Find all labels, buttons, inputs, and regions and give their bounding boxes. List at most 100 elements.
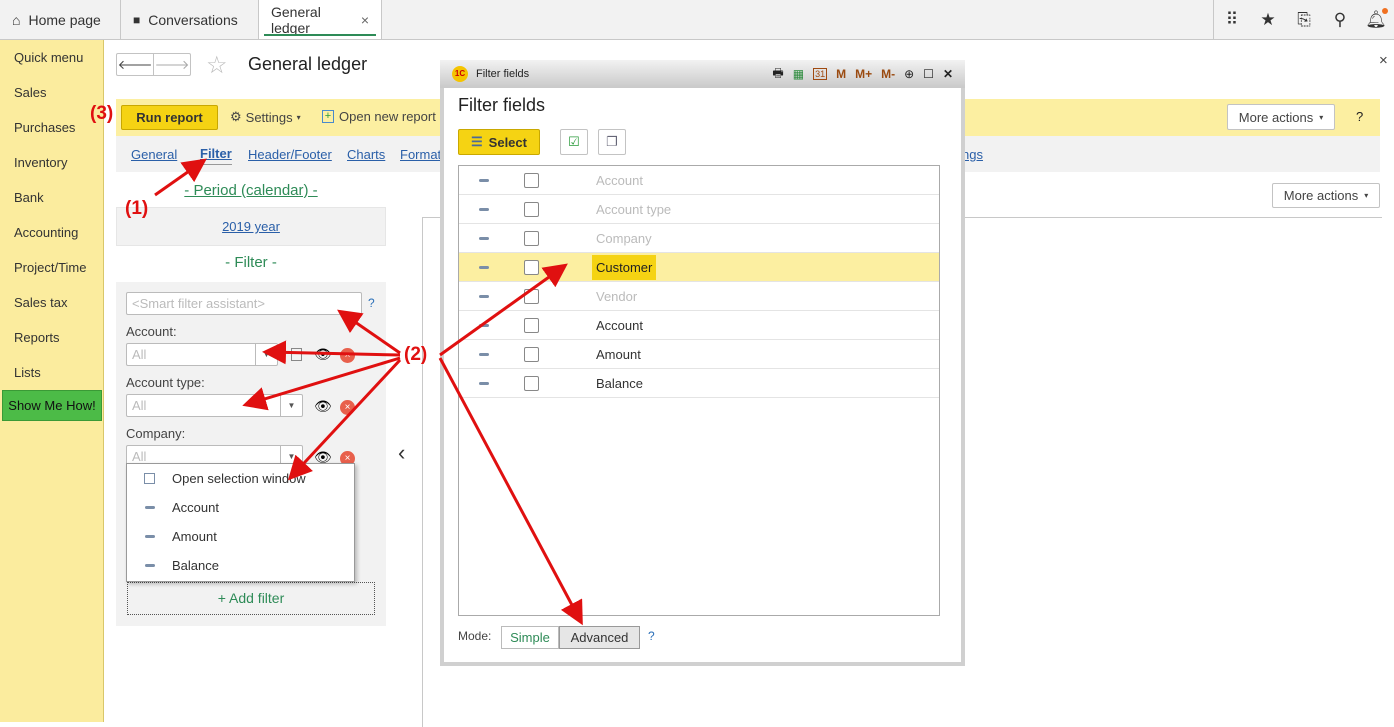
account-field[interactable]: All ▼ — [126, 343, 278, 366]
field-icon — [479, 324, 489, 327]
list-item[interactable]: Company — [459, 224, 939, 253]
apps-grid-icon[interactable]: ⠿ — [1214, 0, 1250, 39]
chevron-down-icon[interactable]: ▼ — [280, 395, 302, 416]
forward-button[interactable]: 🡒 — [153, 53, 191, 76]
new-report-icon: + — [322, 110, 334, 123]
checkbox[interactable] — [524, 376, 539, 391]
eye-icon[interactable]: 👁 — [314, 398, 332, 415]
sidebar-item-bank[interactable]: Bank — [14, 190, 44, 205]
list-item[interactable]: Account — [459, 311, 939, 340]
report-more-actions-button[interactable]: More actions ▾ — [1272, 183, 1380, 208]
mode-advanced-button[interactable]: Advanced — [559, 626, 640, 649]
collapse-panel-icon[interactable]: ‹ — [398, 440, 405, 466]
more-actions-button[interactable]: More actions ▾ — [1227, 104, 1335, 130]
memory-minus-button[interactable]: M- — [881, 67, 895, 81]
eye-icon[interactable]: 👁 — [314, 346, 332, 363]
list-icon[interactable] — [291, 348, 302, 361]
annotation-1: (1) — [125, 198, 149, 219]
field-dropdown: Open selection window Account Amount Bal… — [126, 463, 355, 582]
sidebar-item-purchases[interactable]: Purchases — [14, 120, 75, 135]
help-button[interactable]: ? — [1356, 109, 1363, 124]
dropdown-open-selection-window[interactable]: Open selection window — [127, 464, 356, 493]
check-all-button[interactable]: ☑ — [560, 129, 588, 155]
checkbox[interactable] — [524, 173, 539, 188]
checkbox[interactable] — [524, 318, 539, 333]
list-item[interactable]: Vendor — [459, 282, 939, 311]
conversations-icon: ■ — [133, 12, 141, 27]
tab-general-ledger[interactable]: General ledger × — [259, 0, 382, 39]
sidebar-item-sales[interactable]: Sales — [14, 85, 47, 100]
list-item[interactable]: Balance — [459, 369, 939, 398]
field-icon — [479, 295, 489, 298]
close-icon[interactable]: ✕ — [943, 67, 953, 81]
back-button[interactable]: 🡐 — [116, 53, 154, 76]
checkbox[interactable] — [524, 289, 539, 304]
dropdown-amount[interactable]: Amount — [127, 522, 356, 551]
star-icon[interactable]: ★ — [1250, 0, 1286, 39]
field-icon — [479, 266, 489, 269]
account-label: Account: — [126, 324, 177, 339]
zoom-icon[interactable]: ⊕ — [904, 67, 914, 81]
checkbox[interactable] — [524, 231, 539, 246]
field-icon — [145, 506, 155, 509]
list-item-selected[interactable]: Customer — [459, 253, 939, 282]
delete-icon[interactable]: × — [340, 348, 355, 363]
favorite-star-icon[interactable]: ☆ — [206, 51, 228, 80]
settings-icon: ⚙ — [230, 109, 242, 124]
dropdown-account[interactable]: Account — [127, 493, 356, 522]
period-value[interactable]: 2019 year — [222, 219, 280, 234]
sidebar-item-sales-tax[interactable]: Sales tax — [14, 295, 67, 310]
checkbox[interactable] — [524, 202, 539, 217]
search-icon[interactable]: ⚲ — [1322, 0, 1358, 39]
uncheck-all-button[interactable]: ❐ — [598, 129, 626, 155]
smart-filter-input[interactable]: <Smart filter assistant> — [126, 292, 362, 315]
select-button[interactable]: ☰ Select — [458, 129, 540, 155]
delete-icon[interactable]: × — [340, 400, 355, 415]
memory-plus-button[interactable]: M+ — [855, 67, 872, 81]
settings-tab-general[interactable]: General — [131, 147, 177, 162]
add-filter-button[interactable]: + Add filter — [127, 582, 375, 615]
show-me-how-button[interactable]: Show Me How! — [2, 390, 102, 421]
list-item[interactable]: Account — [459, 166, 939, 195]
maximize-icon[interactable]: ☐ — [923, 67, 934, 81]
settings-tab-header-footer[interactable]: Header/Footer — [248, 147, 332, 162]
sidebar-item-accounting[interactable]: Accounting — [14, 225, 78, 240]
checkbox[interactable] — [524, 347, 539, 362]
close-icon[interactable]: × — [361, 12, 369, 28]
select-icon: ☰ — [471, 134, 483, 149]
dialog-titlebar: 1С Filter fields 🖶 ▦ 31 M M+ M- ⊕ ☐ ✕ — [440, 60, 965, 88]
sidebar-item-project-time[interactable]: Project/Time — [14, 260, 86, 275]
settings-tab-more[interactable]: ngs — [962, 147, 983, 162]
period-heading[interactable]: - Period (calendar) - — [184, 182, 317, 199]
history-icon[interactable]: ⎘ — [1286, 0, 1322, 39]
mode-help[interactable]: ? — [648, 629, 655, 643]
bell-icon[interactable]: 🔔︎ — [1358, 0, 1394, 39]
sidebar-item-lists[interactable]: Lists — [14, 365, 41, 380]
close-page-button[interactable]: × — [1379, 52, 1388, 69]
list-item[interactable]: Amount — [459, 340, 939, 369]
account-type-field[interactable]: All ▼ — [126, 394, 303, 417]
settings-tab-filter[interactable]: Filter — [200, 146, 232, 165]
chevron-down-icon[interactable]: ▼ — [255, 344, 277, 365]
settings-tab-charts[interactable]: Charts — [347, 147, 385, 162]
settings-tab-format[interactable]: Format — [400, 147, 441, 162]
dropdown-balance[interactable]: Balance — [127, 551, 356, 580]
sidebar-item-reports[interactable]: Reports — [14, 330, 60, 345]
mode-simple-button[interactable]: Simple — [501, 626, 559, 649]
run-report-button[interactable]: Run report — [121, 105, 218, 130]
checkbox[interactable] — [524, 260, 539, 275]
list-item[interactable]: Account type — [459, 195, 939, 224]
settings-button[interactable]: ⚙ Settings ▾ — [230, 109, 301, 125]
open-new-report-button[interactable]: + Open new report — [322, 109, 436, 124]
calculator-icon[interactable]: ▦ — [793, 67, 804, 81]
top-icons: ⠿ ★ ⎘ ⚲ 🔔︎ — [1213, 0, 1394, 39]
annotation-2: (2) — [404, 344, 428, 365]
sidebar-item-inventory[interactable]: Inventory — [14, 155, 67, 170]
print-icon[interactable]: 🖶 — [772, 64, 783, 85]
memory-m-button[interactable]: M — [836, 67, 846, 81]
tab-conversations[interactable]: ■ Conversations — [121, 0, 259, 39]
sidebar-item-quick-menu[interactable]: Quick menu — [14, 50, 83, 65]
tab-home[interactable]: ⌂ Home page — [0, 0, 121, 39]
smart-filter-help[interactable]: ? — [368, 296, 375, 310]
calendar-icon[interactable]: 31 — [813, 68, 828, 80]
